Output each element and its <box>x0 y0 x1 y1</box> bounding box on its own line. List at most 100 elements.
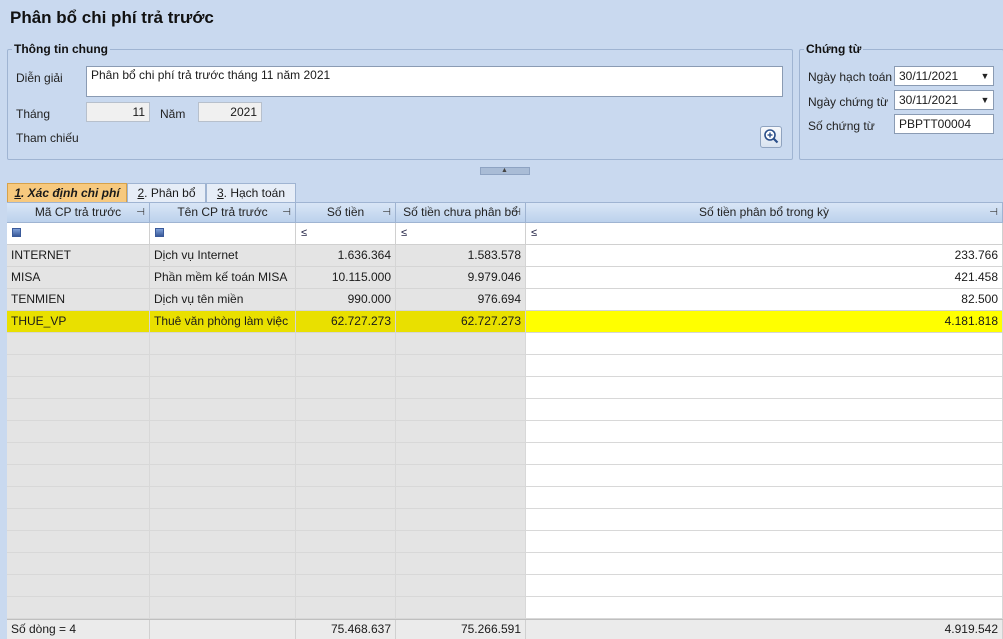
empty-row <box>7 575 1003 597</box>
cell-allocated[interactable]: 82.500 <box>526 289 1003 311</box>
pin-icon[interactable]: ⊣ <box>382 203 391 222</box>
pin-icon[interactable]: ⊣ <box>282 203 291 222</box>
empty-cell <box>150 575 296 597</box>
cell-name[interactable]: Dịch vụ tên miền <box>150 289 296 311</box>
general-info-group: Thông tin chung <box>7 42 793 160</box>
table-row-selected[interactable]: THUE_VP Thuê văn phòng làm việc 62.727.2… <box>7 311 1003 333</box>
posting-date-field[interactable]: 30/11/2021 ▼ <box>894 66 994 86</box>
empty-cell <box>7 553 150 575</box>
empty-cell <box>296 443 396 465</box>
empty-cell <box>7 333 150 355</box>
cell-unallocated[interactable]: 9.979.046 <box>396 267 526 289</box>
column-header-allocated[interactable]: Số tiền phân bổ trong kỳ ⊣ <box>526 203 1003 223</box>
empty-cell <box>7 597 150 619</box>
column-header-name[interactable]: Tên CP trả trước ⊣ <box>150 203 296 223</box>
cell-amount[interactable]: 62.727.273 <box>296 311 396 333</box>
empty-cell <box>526 377 1003 399</box>
chevron-up-icon: ▲ <box>501 167 508 174</box>
year-label: Năm <box>160 107 186 121</box>
pin-icon[interactable]: ⊣ <box>989 203 998 222</box>
description-field[interactable]: Phân bổ chi phí trả trước tháng 11 năm 2… <box>86 66 783 97</box>
empty-cell <box>526 355 1003 377</box>
cell-name[interactable]: Thuê văn phòng làm việc <box>150 311 296 333</box>
total-allocated: 4.919.542 <box>526 620 1003 639</box>
empty-cell <box>396 553 526 575</box>
cell-code[interactable]: MISA <box>7 267 150 289</box>
column-header-unallocated[interactable]: Số tiền chưa phân bổ ⊣ <box>396 203 526 223</box>
cell-unallocated[interactable]: 976.694 <box>396 289 526 311</box>
empty-cell <box>150 333 296 355</box>
voucher-number-field[interactable]: PBPTT00004 <box>894 114 994 134</box>
cell-code[interactable]: THUE_VP <box>7 311 150 333</box>
empty-cell <box>7 377 150 399</box>
tab-posting[interactable]: 3. Hạch toán <box>206 183 296 203</box>
column-header-amount[interactable]: Số tiền ⊣ <box>296 203 396 223</box>
empty-row <box>7 553 1003 575</box>
filter-amount[interactable]: ≤ <box>296 223 396 245</box>
collapse-panel-button[interactable]: ▲ <box>480 167 530 175</box>
empty-cell <box>526 531 1003 553</box>
cell-name[interactable]: Phần mềm kế toán MISA <box>150 267 296 289</box>
filter-icon <box>155 227 164 237</box>
filter-operator: ≤ <box>301 227 308 239</box>
empty-cell <box>396 509 526 531</box>
cell-code[interactable]: INTERNET <box>7 245 150 267</box>
general-info-legend: Thông tin chung <box>14 42 108 56</box>
cell-allocated[interactable]: 421.458 <box>526 267 1003 289</box>
empty-row <box>7 531 1003 553</box>
cell-unallocated[interactable]: 1.583.578 <box>396 245 526 267</box>
cell-amount[interactable]: 990.000 <box>296 289 396 311</box>
table-row[interactable]: INTERNET Dịch vụ Internet 1.636.364 1.58… <box>7 245 1003 267</box>
empty-cell <box>296 355 396 377</box>
cell-code[interactable]: TENMIEN <box>7 289 150 311</box>
filter-code[interactable] <box>7 223 150 245</box>
empty-cell <box>150 399 296 421</box>
empty-cell <box>7 399 150 421</box>
month-field[interactable]: 11 <box>86 102 150 122</box>
empty-cell <box>526 465 1003 487</box>
empty-cell <box>150 377 296 399</box>
empty-cell <box>7 487 150 509</box>
chevron-down-icon[interactable]: ▼ <box>979 70 991 82</box>
empty-cell <box>7 531 150 553</box>
tab-hotkey: 3 <box>216 186 224 200</box>
empty-row <box>7 421 1003 443</box>
empty-cell <box>296 487 396 509</box>
cell-amount[interactable]: 10.115.000 <box>296 267 396 289</box>
filter-allocated[interactable]: ≤ <box>526 223 1003 245</box>
table-row[interactable]: MISA Phần mềm kế toán MISA 10.115.000 9.… <box>7 267 1003 289</box>
filter-unallocated[interactable]: ≤ <box>396 223 526 245</box>
pin-icon[interactable]: ⊣ <box>136 203 145 222</box>
reference-label: Tham chiếu <box>16 131 79 145</box>
year-field[interactable]: 2021 <box>198 102 262 122</box>
voucher-date-field[interactable]: 30/11/2021 ▼ <box>894 90 994 110</box>
empty-cell <box>150 465 296 487</box>
chevron-down-icon[interactable]: ▼ <box>979 94 991 106</box>
page-title: Phân bổ chi phí trả trước <box>10 8 214 27</box>
cell-allocated[interactable]: 4.181.818 <box>526 311 1003 333</box>
empty-cell <box>150 355 296 377</box>
cell-unallocated[interactable]: 62.727.273 <box>396 311 526 333</box>
empty-cell <box>396 333 526 355</box>
column-header-code[interactable]: Mã CP trả trước ⊣ <box>7 203 150 223</box>
empty-cell <box>150 487 296 509</box>
header-label: Tên CP trả trước <box>177 205 268 219</box>
cell-allocated[interactable]: 233.766 <box>526 245 1003 267</box>
reference-lookup-button[interactable] <box>760 126 782 148</box>
tab-allocation[interactable]: 2. Phân bổ <box>127 183 206 203</box>
cell-amount[interactable]: 1.636.364 <box>296 245 396 267</box>
table-row[interactable]: TENMIEN Dịch vụ tên miền 990.000 976.694… <box>7 289 1003 311</box>
empty-cell <box>396 377 526 399</box>
empty-row <box>7 509 1003 531</box>
tab-label: . Phân bổ <box>144 186 196 200</box>
empty-cell <box>296 553 396 575</box>
empty-cell <box>296 333 396 355</box>
empty-cell <box>526 553 1003 575</box>
tab-hotkey: 1 <box>14 186 21 200</box>
empty-cell <box>526 333 1003 355</box>
filter-name[interactable] <box>150 223 296 245</box>
tab-define-cost[interactable]: 1. Xác định chi phí <box>7 183 127 203</box>
empty-row <box>7 487 1003 509</box>
cell-name[interactable]: Dịch vụ Internet <box>150 245 296 267</box>
pin-icon[interactable]: ⊣ <box>512 203 521 222</box>
